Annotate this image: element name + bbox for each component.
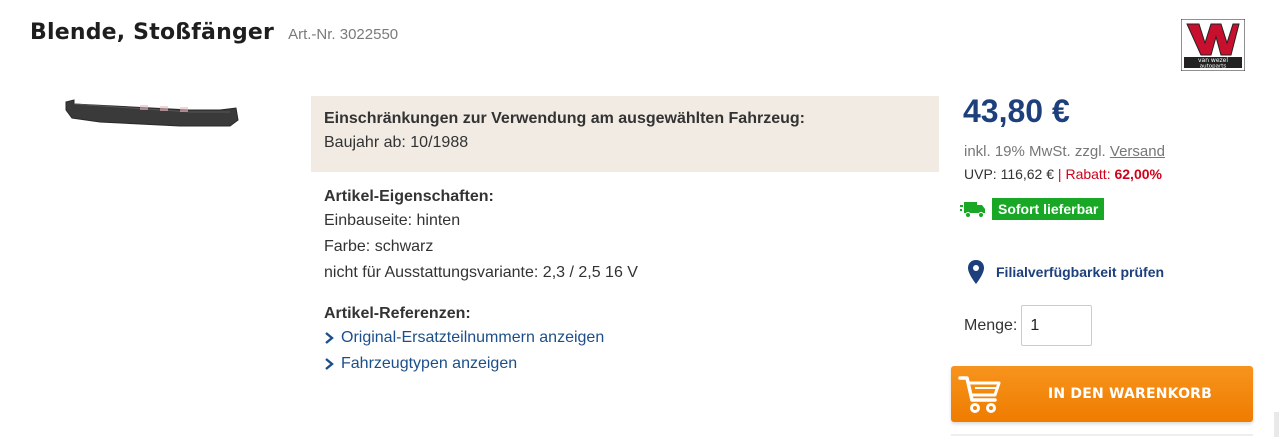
- shipping-link[interactable]: Versand: [1110, 143, 1165, 160]
- oe-numbers-label: Original-Ersatzteilnummern anzeigen: [341, 329, 605, 346]
- product-title: Blende, Stoßfänger: [30, 20, 275, 45]
- store-availability-label: Filialverfügbarkeit prüfen: [996, 264, 1165, 280]
- logo-text-line2: autoparts: [1200, 64, 1227, 70]
- store-availability-link[interactable]: Filialverfügbarkeit prüfen: [966, 259, 1164, 285]
- divider: [951, 434, 1253, 436]
- discount-value: 62,00%: [1114, 166, 1162, 182]
- chevron-right-icon: [325, 358, 334, 370]
- oe-numbers-link[interactable]: Original-Ersatzteilnummern anzeigen: [324, 325, 924, 351]
- properties-heading: Artikel-Eigenschaften:: [324, 188, 494, 205]
- vehicle-types-label: Fahrzeugtypen anzeigen: [341, 355, 518, 372]
- add-to-cart-label: IN DEN WARENKORB: [1047, 386, 1213, 402]
- product-image[interactable]: [60, 96, 242, 136]
- uvp-info: UVP: 116,62 € | Rabatt: 62,00%: [964, 166, 1162, 182]
- property-line: Farbe: schwarz: [324, 238, 434, 255]
- tax-info: inkl. 19% MwSt. zzgl. Versand: [964, 143, 1165, 160]
- article-properties: Artikel-Eigenschaften: Einbauseite: hint…: [324, 186, 924, 286]
- quantity-label: Menge:: [964, 316, 1018, 334]
- vehicle-types-link[interactable]: Fahrzeugtypen anzeigen: [324, 351, 924, 377]
- references-heading: Artikel-Referenzen:: [324, 305, 471, 322]
- restriction-heading: Einschränkungen zur Verwendung am ausgew…: [324, 110, 805, 127]
- add-to-cart-button[interactable]: IN DEN WARENKORB: [951, 366, 1253, 422]
- quantity-input[interactable]: [1021, 305, 1093, 346]
- property-line: Einbauseite: hinten: [324, 212, 461, 229]
- article-number: Art.-Nr. 3022550: [288, 26, 399, 43]
- shopping-cart-icon: [958, 376, 1001, 413]
- uvp-text: UVP: 116,62 €: [964, 166, 1055, 182]
- van-wezel-logo: van wezel autoparts: [1181, 19, 1245, 71]
- article-references: Artikel-Referenzen: Original-Ersatzteiln…: [324, 303, 924, 377]
- price: 43,80 €: [963, 93, 1070, 129]
- map-pin-icon: [968, 260, 984, 284]
- uvp-separator: |: [1057, 166, 1062, 182]
- tax-text: inkl. 19% MwSt. zzgl.: [964, 143, 1106, 160]
- chevron-right-icon: [325, 332, 334, 344]
- quantity-row: Menge:: [964, 305, 1093, 346]
- vehicle-restriction-box: Einschränkungen zur Verwendung am ausgew…: [311, 96, 939, 172]
- delivery-truck-icon: [960, 202, 985, 218]
- product-header: Blende, Stoßfänger Art.-Nr. 3022550: [30, 20, 398, 45]
- discount-label: Rabatt:: [1065, 166, 1111, 182]
- availability-badge: Sofort lieferbar: [992, 198, 1105, 220]
- restriction-line: Baujahr ab: 10/1988: [324, 134, 469, 151]
- availability: Sofort lieferbar: [960, 198, 1105, 220]
- scrollbar[interactable]: [1274, 412, 1279, 437]
- property-line: nicht für Ausstattungsvariante: 2,3 / 2,…: [324, 264, 638, 281]
